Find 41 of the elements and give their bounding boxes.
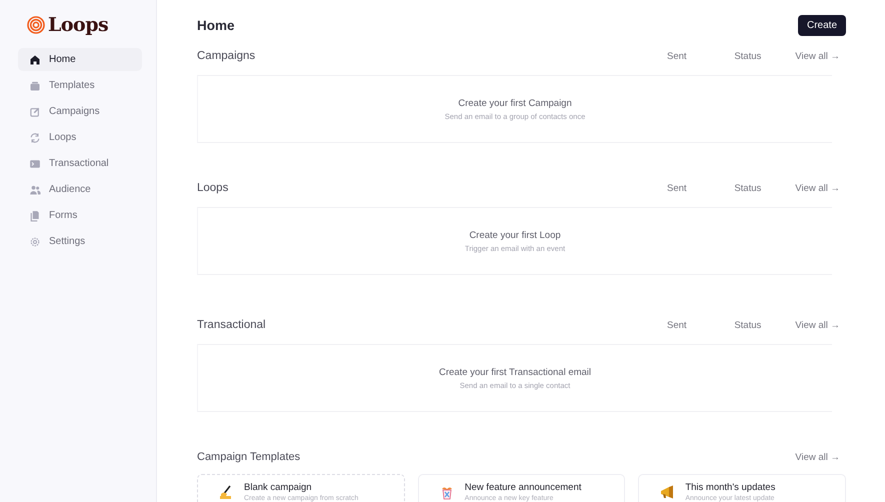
settings-icon bbox=[29, 236, 41, 248]
view-all-link[interactable]: View all → bbox=[795, 50, 840, 62]
create-button[interactable]: Create bbox=[798, 14, 846, 36]
people-icon bbox=[29, 184, 41, 196]
section-title: Campaign Templates bbox=[197, 451, 302, 463]
empty-state-title: Create your first Loop bbox=[469, 230, 561, 240]
sidebar-item[interactable]: Campaigns bbox=[18, 100, 142, 123]
megaphone-icon bbox=[659, 484, 676, 500]
column-header: Status bbox=[733, 182, 762, 194]
section-title: Transactional bbox=[197, 319, 267, 331]
view-all-link[interactable]: View all → bbox=[795, 452, 840, 462]
empty-state-title: Create your first Campaign bbox=[458, 98, 572, 108]
logo-text: Loops bbox=[48, 14, 108, 36]
column-header: Sent bbox=[666, 50, 688, 62]
column-header: Sent bbox=[666, 182, 688, 194]
refresh-icon bbox=[29, 132, 41, 144]
column-header: Status bbox=[733, 320, 762, 330]
home-icon bbox=[29, 54, 41, 66]
view-all-link[interactable]: View all → bbox=[795, 182, 840, 194]
empty-state-title: Create your first Transactional email bbox=[438, 366, 592, 378]
page-title: Home bbox=[197, 18, 235, 32]
section-title: Campaigns bbox=[197, 50, 256, 62]
sidebar-item[interactable]: Templates bbox=[18, 74, 142, 97]
template-title: This month's updates bbox=[685, 482, 776, 493]
briefcase-icon bbox=[29, 80, 41, 92]
sidebar-item[interactable]: Audience bbox=[18, 178, 142, 201]
template-title: Blank campaign bbox=[244, 482, 313, 493]
view-all-link[interactable]: View all → bbox=[795, 320, 840, 330]
terminal-icon bbox=[29, 158, 41, 170]
sidebar-item[interactable]: Home bbox=[18, 48, 142, 71]
edit-icon bbox=[29, 106, 41, 118]
template-title: New feature announcement bbox=[464, 482, 582, 493]
sidebar-item[interactable]: Transactional bbox=[18, 152, 142, 175]
documents-icon bbox=[29, 210, 41, 222]
column-header: Status bbox=[733, 50, 762, 62]
sidebar-item[interactable]: Loops bbox=[18, 126, 142, 149]
column-header: Sent bbox=[666, 320, 688, 330]
section-title: Loops bbox=[197, 182, 230, 194]
sidebar-item[interactable]: Settings bbox=[18, 230, 142, 253]
sidebar-item[interactable]: Forms bbox=[18, 204, 142, 227]
logo-rings-icon bbox=[27, 16, 45, 34]
